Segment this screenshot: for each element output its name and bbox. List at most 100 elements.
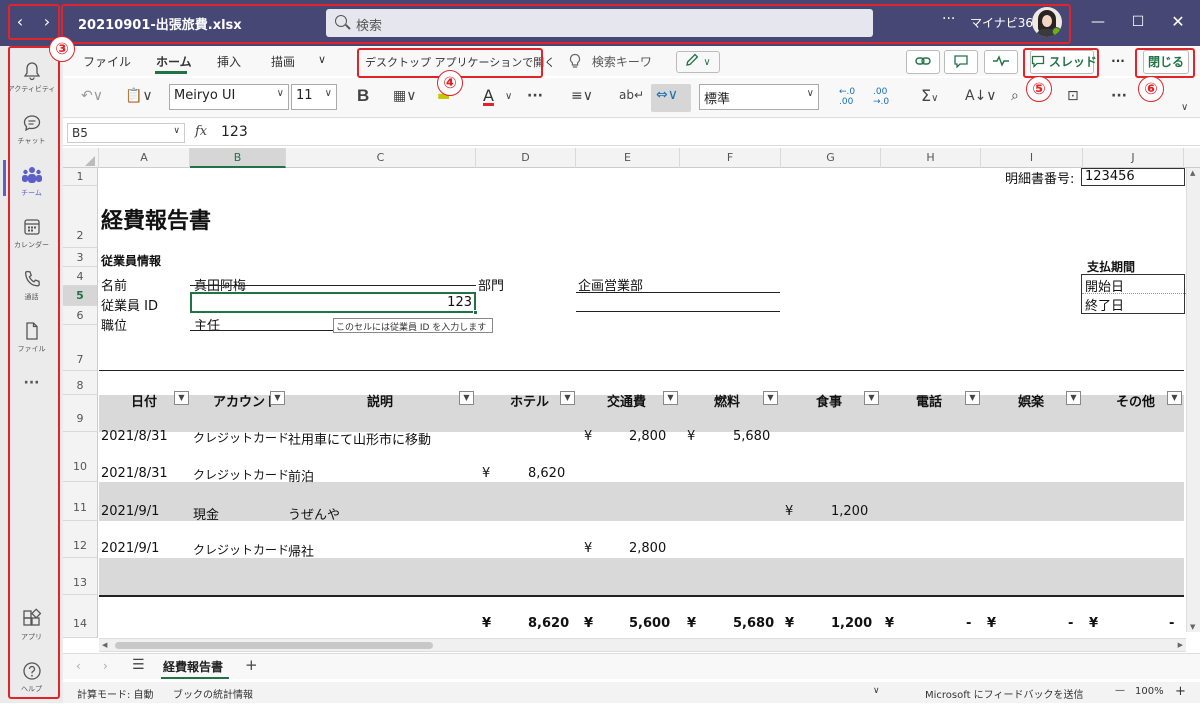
wrap-text-icon[interactable]: ab↵: [619, 88, 644, 102]
minimize-icon[interactable]: —: [1088, 13, 1108, 31]
table-cell-transport[interactable]: 2,800: [629, 429, 666, 444]
maximize-icon[interactable]: ☐: [1128, 13, 1148, 31]
row-header[interactable]: 11: [63, 482, 98, 521]
more-tabs-chevron-icon[interactable]: ∨: [318, 53, 326, 66]
total-meal[interactable]: 1,200: [831, 616, 872, 631]
row-header[interactable]: 3: [63, 248, 98, 267]
total-phone[interactable]: -: [966, 616, 971, 631]
col-header-g[interactable]: G: [781, 148, 881, 168]
scroll-down-icon[interactable]: ▼: [1190, 623, 1195, 631]
activity-button[interactable]: [984, 50, 1018, 74]
font-color-button[interactable]: A: [483, 86, 494, 105]
sheet-menu-icon[interactable]: ☰: [132, 657, 145, 673]
scroll-left-icon[interactable]: ◀: [102, 641, 107, 649]
total-hotel[interactable]: 8,620: [528, 616, 569, 631]
filter-dropdown-icon[interactable]: ▼: [663, 391, 678, 405]
vertical-scrollbar[interactable]: ▲ ▼: [1186, 168, 1200, 632]
total-entertainment[interactable]: -: [1068, 616, 1073, 631]
filter-dropdown-icon[interactable]: ▼: [864, 391, 879, 405]
col-header-h[interactable]: H: [881, 148, 981, 168]
next-sheet-icon[interactable]: ›: [103, 659, 108, 673]
row-header[interactable]: 9: [63, 395, 98, 432]
add-sheet-icon[interactable]: +: [245, 656, 258, 674]
filter-dropdown-icon[interactable]: ▼: [560, 391, 575, 405]
row-header[interactable]: 12: [63, 521, 98, 558]
prev-sheet-icon[interactable]: ‹: [76, 659, 81, 673]
row-header[interactable]: 1: [63, 168, 98, 186]
decrease-decimal-icon[interactable]: .00 →.0: [873, 87, 889, 107]
formula-input[interactable]: 123: [221, 124, 248, 140]
horizontal-scrollbar[interactable]: ◀ ▶: [99, 638, 1186, 652]
row-header[interactable]: 8: [63, 371, 98, 395]
row-header[interactable]: 6: [63, 306, 98, 325]
font-family-select[interactable]: Meiryo UI ∨: [169, 84, 289, 110]
chevron-down-icon[interactable]: ∨: [505, 91, 512, 102]
table-cell-desc[interactable]: 帰社: [288, 541, 314, 560]
col-header-j[interactable]: J: [1083, 148, 1184, 168]
table-cell-date[interactable]: 2021/9/1: [101, 541, 159, 556]
spreadsheet-grid[interactable]: A B C D E F G H I J 1 2 3 4 5 6 7 8 9 10…: [63, 148, 1200, 638]
zoom-out-button[interactable]: —: [1115, 685, 1125, 696]
row-header[interactable]: 4: [63, 267, 98, 286]
zoom-level[interactable]: 100%: [1135, 686, 1164, 697]
row-header[interactable]: 2: [63, 186, 98, 248]
fill-handle[interactable]: [473, 310, 478, 315]
merge-cells-button[interactable]: ⇔∨: [651, 84, 691, 112]
ribbon-search-input[interactable]: 検索キーワ: [568, 53, 652, 70]
more-font-options-icon[interactable]: ···: [527, 88, 543, 104]
filter-dropdown-icon[interactable]: ▼: [270, 391, 285, 405]
increase-decimal-icon[interactable]: ←.0.00: [839, 87, 855, 107]
tab-insert[interactable]: 挿入: [217, 53, 241, 70]
statement-number-cell[interactable]: 123456: [1081, 168, 1185, 186]
table-cell-desc[interactable]: うぜんや: [288, 504, 340, 523]
paste-icon[interactable]: 📋∨: [125, 88, 153, 104]
col-header-c[interactable]: C: [286, 148, 476, 168]
tab-home[interactable]: ホーム: [156, 53, 192, 70]
table-cell-date[interactable]: 2021/8/31: [101, 466, 168, 481]
align-icon[interactable]: ≡∨: [571, 88, 593, 104]
row-header[interactable]: 7: [63, 325, 98, 371]
table-cell-account[interactable]: 現金: [193, 504, 219, 523]
filter-dropdown-icon[interactable]: ▼: [1167, 391, 1182, 405]
editing-mode-button[interactable]: ∨: [676, 51, 720, 73]
scroll-right-icon[interactable]: ▶: [1178, 641, 1183, 649]
position-value[interactable]: 主任: [194, 315, 220, 334]
calc-mode-status[interactable]: 計算モード: 自動: [77, 686, 154, 701]
table-cell-date[interactable]: 2021/8/31: [101, 429, 168, 444]
tab-draw[interactable]: 描画: [271, 53, 295, 70]
select-all-corner[interactable]: [63, 148, 99, 168]
table-cell-hotel[interactable]: 8,620: [528, 466, 565, 481]
row-header[interactable]: 10: [63, 432, 98, 482]
sheet-tab-active[interactable]: 経費報告書: [163, 658, 223, 675]
name-box[interactable]: B5 ∨: [67, 123, 185, 143]
table-cell-account[interactable]: クレジットカード: [193, 466, 289, 483]
feedback-link[interactable]: Microsoft にフィードバックを送信: [925, 686, 1084, 701]
scroll-up-icon[interactable]: ▲: [1190, 169, 1195, 177]
analyze-data-icon[interactable]: ⊡: [1067, 88, 1079, 104]
total-other[interactable]: -: [1169, 616, 1174, 631]
close-window-icon[interactable]: ✕: [1168, 13, 1188, 31]
filter-dropdown-icon[interactable]: ▼: [174, 391, 189, 405]
undo-icon[interactable]: ↶∨: [81, 88, 103, 104]
total-transport[interactable]: 5,600: [629, 616, 670, 631]
fx-icon[interactable]: fx: [195, 124, 207, 139]
table-cell-desc[interactable]: 前泊: [288, 466, 314, 485]
row-header[interactable]: 5: [63, 286, 98, 306]
col-header-f[interactable]: F: [680, 148, 781, 168]
filter-dropdown-icon[interactable]: ▼: [965, 391, 980, 405]
row-header[interactable]: 14: [63, 595, 98, 638]
more-toolbar-icon[interactable]: ···: [1111, 88, 1127, 104]
sort-filter-icon[interactable]: A↓∨: [965, 88, 997, 104]
selected-cell-b5[interactable]: 123: [190, 292, 478, 315]
more-actions-button[interactable]: ···: [1104, 50, 1132, 74]
share-link-button[interactable]: [906, 50, 940, 74]
find-icon[interactable]: ⌕: [1011, 88, 1019, 104]
chevron-down-icon[interactable]: ∨: [873, 686, 880, 696]
table-cell-date[interactable]: 2021/9/1: [101, 504, 159, 519]
filter-dropdown-icon[interactable]: ▼: [1066, 391, 1081, 405]
table-cell-fuel[interactable]: 5,680: [733, 429, 770, 444]
expand-ribbon-chevron-icon[interactable]: ∨: [1181, 102, 1188, 113]
tab-file[interactable]: ファイル: [83, 53, 131, 70]
col-header-e[interactable]: E: [576, 148, 680, 168]
table-cell-desc[interactable]: 社用車にて山形市に移動: [288, 429, 431, 448]
